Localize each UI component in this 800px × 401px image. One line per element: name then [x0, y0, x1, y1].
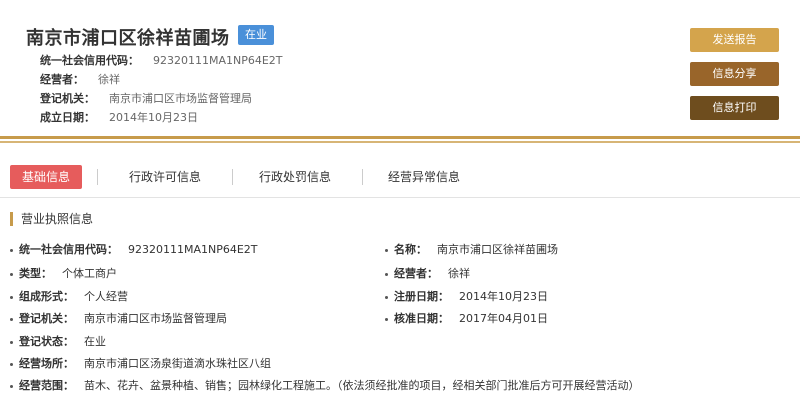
- bullet-dot: [385, 317, 388, 321]
- field-value: 南京市浦口区市场监督管理局: [84, 312, 227, 325]
- field-reg-status: 登记状态： 在业: [10, 333, 106, 349]
- header-divider-secondary: [0, 141, 800, 143]
- field-label: 统一社会信用代码：: [19, 243, 118, 256]
- field-value: 个人经营: [84, 290, 128, 303]
- bullet-dot: [10, 272, 13, 276]
- header-operator-value: 徐祥: [98, 73, 120, 86]
- field-scope: 经营范围： 苗木、花卉、盆景种植、销售；园林绿化工程施工。（依法须经批准的项目，经…: [10, 377, 640, 393]
- header-operator-row: 经营者： 徐祥: [40, 71, 120, 87]
- header-authority-row: 登记机关： 南京市浦口区市场监督管理局: [40, 90, 252, 106]
- header-credit-code-row: 统一社会信用代码： 92320111MA1NP64E2T: [40, 52, 283, 68]
- field-value: 苗木、花卉、盆景种植、销售；园林绿化工程施工。（依法须经批准的项目，经相关部门批…: [84, 379, 640, 392]
- field-label: 组成形式：: [19, 290, 74, 303]
- print-info-button[interactable]: 信息打印: [690, 96, 779, 120]
- send-report-button[interactable]: 发送报告: [690, 28, 779, 52]
- field-type: 类型： 个体工商户: [10, 265, 117, 281]
- field-label: 登记机关：: [19, 312, 74, 325]
- field-value: 2017年04月01日: [459, 312, 548, 325]
- field-value: 南京市浦口区徐祥苗圃场: [437, 243, 558, 256]
- bullet-dot: [385, 272, 388, 276]
- company-name: 南京市浦口区徐祥苗圃场: [26, 28, 230, 49]
- bullet-dot: [10, 295, 13, 299]
- bullet-dot: [10, 384, 13, 388]
- header-credit-code-value: 92320111MA1NP64E2T: [153, 54, 283, 67]
- field-label: 登记状态：: [19, 335, 74, 348]
- header-divider: [0, 136, 800, 139]
- field-label: 经营范围：: [19, 379, 74, 392]
- field-approval-date: 核准日期： 2017年04月01日: [385, 310, 548, 326]
- tab-bar-border: [0, 197, 800, 198]
- tab-admin-license[interactable]: 行政许可信息: [115, 165, 215, 189]
- bullet-dot: [10, 248, 13, 252]
- bullet-dot: [385, 248, 388, 252]
- field-credit-code: 统一社会信用代码： 92320111MA1NP64E2T: [10, 241, 258, 257]
- field-label: 经营者：: [394, 267, 438, 280]
- header-credit-code-label: 统一社会信用代码：: [40, 54, 139, 67]
- field-value: 92320111MA1NP64E2T: [128, 243, 258, 256]
- header-authority-label: 登记机关：: [40, 92, 95, 105]
- field-reg-date: 注册日期： 2014年10月23日: [385, 288, 548, 304]
- page: 南京市浦口区徐祥苗圃场 在业 统一社会信用代码： 92320111MA1NP64E…: [0, 0, 800, 401]
- field-operator: 经营者： 徐祥: [385, 265, 470, 281]
- field-location: 经营场所： 南京市浦口区汤泉街道滴水珠社区八组: [10, 355, 271, 371]
- tab-abnormal-operation[interactable]: 经营异常信息: [374, 165, 474, 189]
- field-authority: 登记机关： 南京市浦口区市场监督管理局: [10, 310, 227, 326]
- section-title: 营业执照信息: [10, 212, 93, 226]
- field-label: 类型：: [19, 267, 52, 280]
- field-label: 核准日期：: [394, 312, 449, 325]
- tab-basic-info[interactable]: 基础信息: [10, 165, 82, 189]
- header-authority-value: 南京市浦口区市场监督管理局: [109, 92, 252, 105]
- header-established-value: 2014年10月23日: [109, 111, 198, 124]
- field-form: 组成形式： 个人经营: [10, 288, 128, 304]
- bullet-dot: [385, 295, 388, 299]
- tab-separator: [362, 169, 363, 185]
- header-operator-label: 经营者：: [40, 73, 84, 86]
- status-badge: 在业: [238, 25, 274, 45]
- field-value: 个体工商户: [62, 267, 117, 280]
- field-value: 2014年10月23日: [459, 290, 548, 303]
- bullet-dot: [10, 317, 13, 321]
- field-label: 经营场所：: [19, 357, 74, 370]
- header-established-label: 成立日期：: [40, 111, 95, 124]
- tab-admin-penalty[interactable]: 行政处罚信息: [245, 165, 345, 189]
- bullet-dot: [10, 340, 13, 344]
- company-header: 南京市浦口区徐祥苗圃场 在业 统一社会信用代码： 92320111MA1NP64E…: [0, 0, 800, 132]
- share-info-button[interactable]: 信息分享: [690, 62, 779, 86]
- field-value: 南京市浦口区汤泉街道滴水珠社区八组: [84, 357, 271, 370]
- tab-separator: [232, 169, 233, 185]
- field-name: 名称： 南京市浦口区徐祥苗圃场: [385, 241, 558, 257]
- field-value: 徐祥: [448, 267, 470, 280]
- field-label: 名称：: [394, 243, 427, 256]
- header-established-row: 成立日期： 2014年10月23日: [40, 109, 198, 125]
- field-label: 注册日期：: [394, 290, 449, 303]
- tab-bar: 基础信息 行政许可信息 行政处罚信息 经营异常信息: [0, 150, 800, 200]
- bullet-dot: [10, 362, 13, 366]
- field-value: 在业: [84, 335, 106, 348]
- tab-separator: [97, 169, 98, 185]
